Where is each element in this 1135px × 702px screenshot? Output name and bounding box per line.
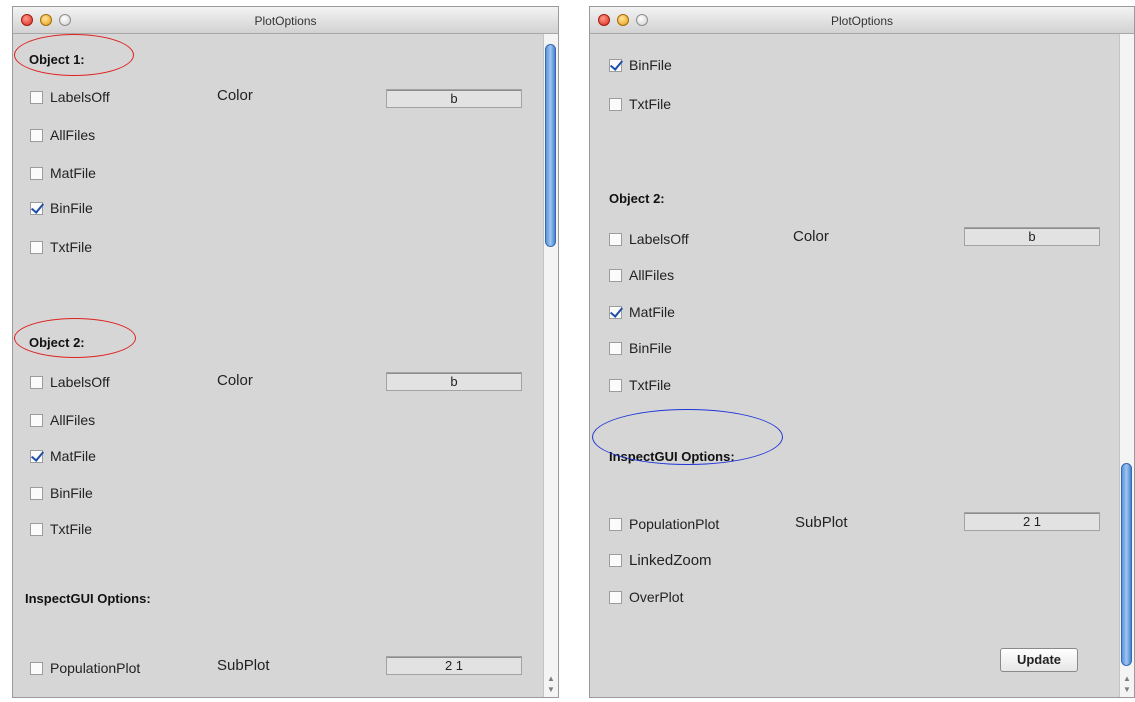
checkbox-label: PopulationPlot [50, 660, 141, 676]
checkbox-box[interactable] [609, 517, 622, 531]
checkbox-label: BinFile [629, 340, 672, 356]
subplot-field[interactable]: 2 1 [386, 656, 522, 675]
inspectgui-heading: InspectGUI Options: [25, 591, 151, 606]
inspectgui-highlight-circle [592, 409, 783, 465]
checkbox-box[interactable] [30, 449, 43, 463]
scroll-thumb[interactable] [1121, 463, 1132, 666]
checkbox-label: TxtFile [50, 239, 92, 255]
checkbox-label: TxtFile [629, 96, 671, 112]
object1-matfile-checkbox[interactable]: MatFile [30, 165, 96, 181]
object2-txtfile-checkbox[interactable]: TxtFile [30, 521, 92, 537]
checkbox-label: BinFile [50, 200, 93, 216]
object1-binfile-checkbox[interactable]: BinFile [30, 200, 93, 216]
object2-allfiles-checkbox[interactable]: AllFiles [609, 267, 674, 283]
checkbox-box[interactable] [609, 58, 622, 72]
checkbox-box[interactable] [609, 554, 622, 567]
checkbox-box[interactable] [609, 590, 622, 604]
checkbox-label: OverPlot [629, 589, 684, 605]
object2-matfile-checkbox[interactable]: MatFile [609, 304, 675, 320]
object1-allfiles-checkbox[interactable]: AllFiles [30, 127, 95, 143]
checkbox-label: LabelsOff [629, 231, 689, 247]
checkbox-label: BinFile [629, 57, 672, 73]
populationplot-checkbox[interactable]: PopulationPlot [30, 660, 140, 676]
plot-options-window-right: PlotOptions BinFile TxtFile Object 2: La… [589, 6, 1135, 698]
checkbox-box[interactable] [609, 232, 622, 246]
object2-color-label: Color [793, 228, 829, 245]
checkbox-box[interactable] [30, 375, 43, 389]
linkedzoom-checkbox[interactable]: LinkedZoom [609, 552, 712, 569]
object2-allfiles-checkbox[interactable]: AllFiles [30, 412, 95, 428]
checkbox-label: BinFile [50, 485, 93, 501]
vertical-scrollbar[interactable]: ▲ ▼ [543, 34, 558, 697]
checkbox-box[interactable] [609, 305, 622, 319]
checkbox-box[interactable] [30, 522, 43, 536]
populationplot-checkbox[interactable]: PopulationPlot [609, 516, 719, 532]
checkbox-box[interactable] [609, 268, 622, 282]
object1-txtfile-checkbox[interactable]: TxtFile [30, 239, 92, 255]
subplot-label: SubPlot [795, 514, 848, 531]
checkbox-box[interactable] [30, 661, 43, 675]
checkbox-box[interactable] [30, 240, 43, 254]
object1-binfile-checkbox[interactable]: BinFile [609, 57, 672, 73]
checkbox-label: MatFile [50, 448, 96, 464]
scroll-thumb[interactable] [545, 44, 556, 247]
checkbox-label: TxtFile [629, 377, 671, 393]
object2-binfile-checkbox[interactable]: BinFile [30, 485, 93, 501]
scroll-down-icon[interactable]: ▼ [547, 686, 555, 694]
object1-color-field[interactable]: b [386, 89, 522, 108]
object2-highlight-circle [14, 318, 136, 358]
options-panel: Object 1: LabelsOff Color b AllFiles Mat… [13, 34, 558, 697]
checkbox-box[interactable] [30, 413, 43, 427]
title-bar: PlotOptions [13, 7, 558, 34]
checkbox-label: MatFile [629, 304, 675, 320]
object1-labelsoff-checkbox[interactable]: LabelsOff [30, 89, 110, 105]
vertical-scrollbar[interactable]: ▲ ▼ [1119, 34, 1134, 697]
object2-matfile-checkbox[interactable]: MatFile [30, 448, 96, 464]
update-button[interactable]: Update [1000, 648, 1078, 672]
checkbox-box[interactable] [30, 90, 43, 104]
checkbox-box[interactable] [30, 486, 43, 500]
object2-txtfile-checkbox[interactable]: TxtFile [609, 377, 671, 393]
window-title: PlotOptions [254, 14, 317, 28]
checkbox-box[interactable] [609, 341, 622, 355]
checkbox-label: AllFiles [629, 267, 675, 283]
checkbox-box[interactable] [609, 378, 622, 392]
scroll-up-icon[interactable]: ▲ [547, 675, 555, 683]
object1-txtfile-checkbox[interactable]: TxtFile [609, 96, 671, 112]
checkbox-box[interactable] [30, 166, 43, 180]
object1-color-label: Color [217, 87, 253, 104]
object2-labelsoff-checkbox[interactable]: LabelsOff [30, 374, 110, 390]
checkbox-box[interactable] [609, 97, 622, 111]
object2-heading: Object 2: [609, 191, 665, 206]
checkbox-label: AllFiles [50, 412, 96, 428]
object2-color-label: Color [217, 372, 253, 389]
object2-color-field[interactable]: b [386, 372, 522, 391]
subplot-label: SubPlot [217, 657, 270, 674]
object2-binfile-checkbox[interactable]: BinFile [609, 340, 672, 356]
title-bar: PlotOptions [590, 7, 1134, 34]
scroll-up-icon[interactable]: ▲ [1123, 675, 1131, 683]
checkbox-label: MatFile [50, 165, 96, 181]
object2-labelsoff-checkbox[interactable]: LabelsOff [609, 231, 689, 247]
checkbox-label: PopulationPlot [629, 516, 720, 532]
options-panel: BinFile TxtFile Object 2: LabelsOff Colo… [590, 34, 1134, 697]
checkbox-box[interactable] [30, 128, 43, 142]
scroll-down-icon[interactable]: ▼ [1123, 686, 1131, 694]
plot-options-window-left: PlotOptions Object 1: LabelsOff Color b … [12, 6, 559, 698]
window-title: PlotOptions [830, 14, 894, 28]
checkbox-label: LinkedZoom [629, 552, 712, 569]
object1-highlight-circle [14, 34, 134, 76]
checkbox-box[interactable] [30, 201, 43, 215]
checkbox-label: LabelsOff [50, 374, 110, 390]
overplot-checkbox[interactable]: OverPlot [609, 589, 683, 605]
checkbox-label: AllFiles [50, 127, 96, 143]
object2-color-field[interactable]: b [964, 227, 1100, 246]
checkbox-label: LabelsOff [50, 89, 110, 105]
checkbox-label: TxtFile [50, 521, 92, 537]
subplot-field[interactable]: 2 1 [964, 512, 1100, 531]
